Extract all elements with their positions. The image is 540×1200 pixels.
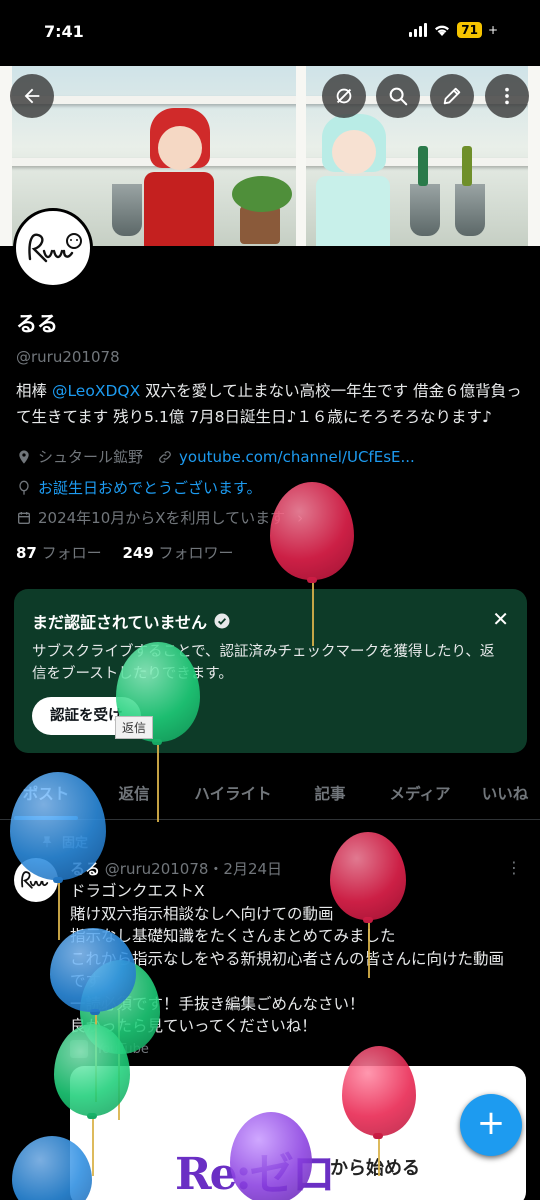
followers-label: フォロワー bbox=[158, 544, 234, 562]
link-icon bbox=[159, 450, 171, 463]
signature-logo bbox=[28, 233, 82, 263]
verify-title-text: まだ認証されていません bbox=[32, 613, 208, 632]
search-icon bbox=[389, 87, 408, 106]
bio-text-2: て生きてます 残り5.1億 7月8日誕生日♪１６歳にそろそろなります♪ bbox=[16, 408, 492, 426]
verify-title: まだ認証されていません bbox=[32, 609, 231, 633]
edit-button[interactable] bbox=[430, 74, 474, 118]
following-count: 87 bbox=[16, 544, 37, 562]
eye-off-icon bbox=[336, 88, 352, 104]
post-line: 指示なし基礎知識をたくさんまとめてみました bbox=[70, 927, 396, 945]
tab-replies[interactable]: 返信 bbox=[92, 768, 176, 820]
balloon-blue bbox=[50, 928, 136, 1012]
wifi-icon bbox=[435, 25, 450, 36]
tab-articles[interactable]: 記事 bbox=[290, 768, 370, 820]
status-bar: 7:41 71 + bbox=[0, 0, 540, 66]
tab-highlights[interactable]: ハイライト bbox=[176, 768, 290, 820]
birthday-text: お誕生日おめでとうございます。 bbox=[38, 479, 262, 497]
balloon-red bbox=[270, 482, 354, 580]
bio-prefix: 相棒 bbox=[16, 382, 52, 400]
more-vertical-icon bbox=[505, 87, 509, 105]
post-line: ドラゴンクエストX bbox=[70, 882, 205, 900]
search-button[interactable] bbox=[376, 74, 420, 118]
calendar-icon bbox=[18, 511, 30, 524]
status-icons: 71 + bbox=[409, 22, 498, 38]
back-button[interactable] bbox=[10, 74, 54, 118]
status-time: 7:41 bbox=[44, 22, 84, 41]
post-more-icon[interactable]: ⋮ bbox=[506, 858, 522, 877]
follow-stats: 87 フォロー 249 フォロワー bbox=[16, 542, 234, 563]
charging-icon: + bbox=[487, 23, 498, 37]
more-button[interactable] bbox=[485, 74, 529, 118]
post-line: 賭け双六指示相談なしへ向けての動画 bbox=[70, 904, 334, 923]
verified-badge-icon bbox=[214, 613, 230, 629]
following-label: フォロー bbox=[41, 544, 102, 562]
close-icon[interactable]: ✕ bbox=[492, 607, 509, 631]
compose-button[interactable]: + bbox=[460, 1094, 522, 1156]
tab-media[interactable]: メディア bbox=[370, 768, 470, 820]
pin-icon bbox=[19, 449, 29, 464]
followers-link[interactable]: 249 フォロワー bbox=[122, 544, 233, 562]
profile-name: るる bbox=[16, 312, 58, 336]
card-title-sub: から始める bbox=[330, 1158, 420, 1179]
balloon-blue bbox=[10, 772, 106, 880]
balloon-icon bbox=[19, 480, 29, 495]
profile-avatar[interactable] bbox=[13, 208, 93, 288]
post-header: るる @ruru201078・2月24日 bbox=[70, 858, 282, 879]
profile-joined: 2024年10月からXを利用しています › bbox=[16, 507, 303, 528]
followers-count: 249 bbox=[122, 544, 154, 562]
bio-text-1: 双六を愛して止まない高校一年生です 借金６億背負っ bbox=[140, 382, 522, 400]
plus-icon: + bbox=[476, 1103, 506, 1143]
profile-birthday: お誕生日おめでとうございます。 bbox=[16, 477, 262, 498]
battery-level: 71 bbox=[457, 22, 482, 38]
balloon-red bbox=[342, 1046, 416, 1136]
hide-button[interactable] bbox=[322, 74, 366, 118]
profile-meta: シュタール鉱野 youtube.com/channel/UCfEsE... bbox=[16, 446, 415, 467]
profile-url[interactable]: youtube.com/channel/UCfEsE... bbox=[179, 448, 415, 466]
joined-text: 2024年10月からXを利用しています bbox=[38, 509, 286, 527]
post-handle-date: @ruru201078・2月24日 bbox=[104, 860, 283, 878]
balloon-green bbox=[54, 1024, 130, 1116]
signal-icon bbox=[409, 23, 428, 37]
pencil-icon bbox=[443, 87, 461, 105]
profile-bio: 相棒 @LeoXDQX 双六を愛して止まない高校一年生です 借金６億背負っ て生… bbox=[16, 378, 526, 430]
bio-mention-link[interactable]: @LeoXDQX bbox=[52, 382, 140, 400]
profile-handle: @ruru201078 bbox=[16, 348, 120, 366]
following-link[interactable]: 87 フォロー bbox=[16, 544, 102, 562]
tooltip: 返信 bbox=[115, 716, 154, 739]
arrow-left-icon bbox=[24, 88, 40, 104]
verify-card: まだ認証されていません ✕ サブスクライブすることで、認証済みチェックマークを獲… bbox=[14, 589, 527, 753]
profile-location: シュタール鉱野 bbox=[38, 448, 144, 466]
balloon-red bbox=[330, 832, 406, 920]
verify-body: サブスクライブすることで、認証済みチェックマークを獲得したり、返信をブーストした… bbox=[32, 644, 495, 682]
tab-likes[interactable]: いいね bbox=[470, 768, 540, 820]
